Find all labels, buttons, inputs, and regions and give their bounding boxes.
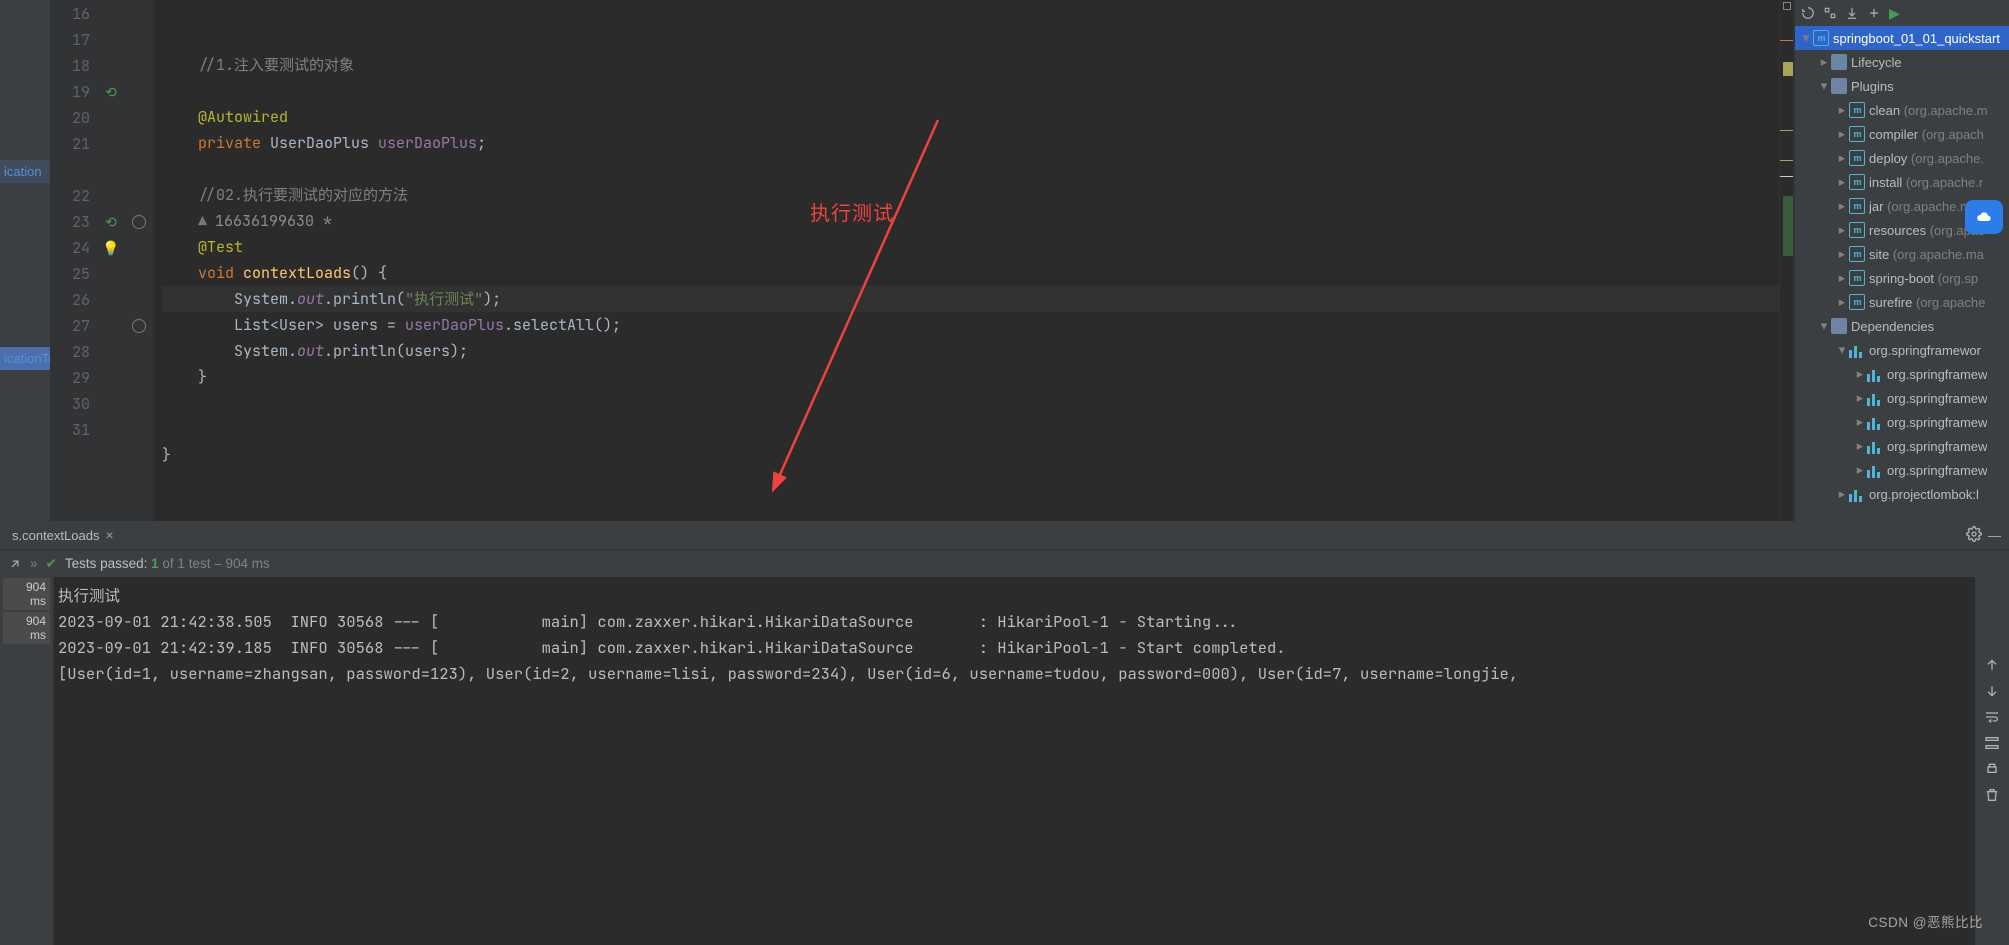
gutter-icon-column: ⟲⟲💡	[98, 0, 124, 521]
export-icon[interactable]	[8, 557, 22, 571]
line-number-column: 16171819202122232425262728293031	[50, 0, 98, 521]
test-duration-chip: 904 ms	[3, 578, 50, 610]
tests-passed-label: Tests passed: 1 of 1 test – 904 ms	[65, 556, 270, 571]
editor-region: 16171819202122232425262728293031 ⟲⟲💡 //1…	[50, 0, 1793, 521]
tree-row[interactable]: ▸org.springframew	[1795, 362, 2009, 386]
run-tool-window: s.contextLoads× — » ✔ Tests passed: 1 of…	[0, 521, 2009, 945]
settings-gear-icon[interactable]	[1966, 526, 1982, 545]
tree-row[interactable]: ▸mdeploy (org.apache.	[1795, 146, 2009, 170]
console-line: [User(id=1, username=zhangsan, password=…	[58, 661, 1971, 687]
tree-row[interactable]: ▸org.springframew	[1795, 386, 2009, 410]
code-area[interactable]: //1.注入要测试的对象 @Autowired private UserDaoP…	[154, 0, 1779, 521]
editor-gutter: 16171819202122232425262728293031 ⟲⟲💡	[50, 0, 154, 521]
console-line: 执行测试	[58, 583, 1971, 609]
separator: »	[30, 556, 38, 571]
cloud-badge[interactable]	[1965, 200, 2003, 234]
tree-row[interactable]: ▸org.projectlombok:l	[1795, 482, 2009, 506]
trash-icon[interactable]	[1984, 787, 2000, 803]
code-line[interactable]	[162, 156, 1779, 182]
tree-row[interactable]: ▸org.springframew	[1795, 410, 2009, 434]
maven-toolbar: ▶	[1795, 0, 2009, 26]
print-icon[interactable]	[1984, 761, 2000, 777]
code-line[interactable]: System.out.println(users);	[162, 338, 1779, 364]
tree-row[interactable]: ▸mclean (org.apache.m	[1795, 98, 2009, 122]
tree-row[interactable]: ▾org.springframewor	[1795, 338, 2009, 362]
download-sources-icon[interactable]	[1845, 6, 1859, 20]
tree-row[interactable]: ▸org.springframew	[1795, 434, 2009, 458]
tree-row[interactable]: ▸msite (org.apache.ma	[1795, 242, 2009, 266]
cloud-icon	[1974, 209, 1994, 225]
code-line[interactable]: List<User> users = userDaoPlus.selectAll…	[162, 312, 1779, 338]
console-output[interactable]: 执行测试2023-09-01 21:42:38.505 INFO 30568 -…	[54, 577, 1975, 945]
console-line: 2023-09-01 21:42:38.505 INFO 30568 --- […	[58, 609, 1971, 635]
code-line[interactable]	[162, 390, 1779, 416]
maven-tool-window: ▶ ▾mspringboot_01_01_quickstart▸Lifecycl…	[1793, 0, 2009, 521]
run-goal-icon[interactable]: ▶	[1889, 5, 1900, 22]
code-line[interactable]: //02.执行要测试的对应的方法	[162, 182, 1779, 208]
tree-row[interactable]: ▸mcompiler (org.apach	[1795, 122, 2009, 146]
gutter-extra-column	[124, 0, 154, 521]
editor-overview-ruler[interactable]	[1779, 0, 1793, 521]
up-icon[interactable]	[1984, 657, 2000, 673]
close-icon[interactable]: ×	[105, 527, 113, 543]
code-line[interactable]: private UserDaoPlus userDaoPlus;	[162, 130, 1779, 156]
run-tab-bar: s.contextLoads× —	[0, 521, 2009, 549]
tree-row[interactable]: ▸org.springframew	[1795, 458, 2009, 482]
check-icon: ✔	[46, 556, 57, 572]
code-line[interactable]: System.out.println("执行测试");	[162, 286, 1779, 312]
watermark: CSDN @恶熊比比	[1868, 911, 1983, 931]
tree-row[interactable]: ▾Dependencies	[1795, 314, 2009, 338]
run-tab-contextloads[interactable]: s.contextLoads×	[4, 523, 122, 547]
down-icon[interactable]	[1984, 683, 2000, 699]
tree-row[interactable]: ▾Plugins	[1795, 74, 2009, 98]
code-line[interactable]: //1.注入要测试的对象	[162, 52, 1779, 78]
generate-sources-icon[interactable]	[1823, 6, 1837, 20]
tree-row[interactable]: ▾mspringboot_01_01_quickstart	[1795, 26, 2009, 50]
add-project-icon[interactable]	[1867, 6, 1881, 20]
code-line[interactable]	[162, 78, 1779, 104]
test-status-bar: » ✔ Tests passed: 1 of 1 test – 904 ms	[0, 549, 2009, 577]
code-line[interactable]: @Test	[162, 234, 1779, 260]
code-line[interactable]	[162, 468, 1779, 494]
tree-row[interactable]: ▸Lifecycle	[1795, 50, 2009, 74]
author-annotation: ▲16636199630 *	[162, 208, 1779, 234]
project-view-stub: ication icationTe	[0, 0, 50, 521]
code-line[interactable]: void contextLoads() {	[162, 260, 1779, 286]
left-tab-b[interactable]: icationTe	[0, 347, 50, 370]
console-line: 2023-09-01 21:42:39.185 INFO 30568 --- […	[58, 635, 1971, 661]
console-side-toolbar	[1975, 577, 2009, 945]
code-line[interactable]: @Autowired	[162, 104, 1779, 130]
tree-row[interactable]: ▸mspring-boot (org.sp	[1795, 266, 2009, 290]
scroll-to-end-icon[interactable]	[1984, 735, 2000, 751]
code-line[interactable]: }	[162, 364, 1779, 390]
inspection-indicator[interactable]	[1783, 2, 1791, 10]
hide-icon[interactable]: —	[1988, 528, 2001, 543]
soft-wrap-icon[interactable]	[1984, 709, 2000, 725]
left-tab-a[interactable]: ication	[0, 160, 50, 183]
maven-tree[interactable]: ▾mspringboot_01_01_quickstart▸Lifecycle▾…	[1795, 26, 2009, 521]
code-line[interactable]: }	[162, 442, 1779, 468]
test-tree-times: 904 ms 904 ms	[0, 577, 54, 945]
annotation-label: 执行测试	[810, 200, 894, 226]
tree-row[interactable]: ▸minstall (org.apache.r	[1795, 170, 2009, 194]
tree-row[interactable]: ▸msurefire (org.apache	[1795, 290, 2009, 314]
reimport-icon[interactable]	[1801, 6, 1815, 20]
test-duration-chip: 904 ms	[3, 612, 50, 644]
code-line[interactable]	[162, 416, 1779, 442]
